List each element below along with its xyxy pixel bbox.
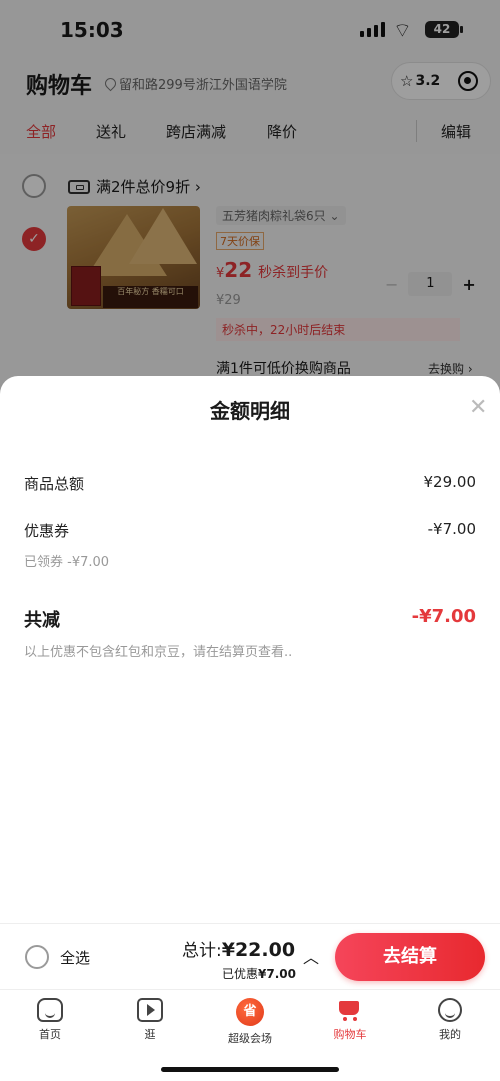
- saved-label: 已优惠: [222, 967, 259, 981]
- tabbar-super-label: 超级会场: [228, 1032, 272, 1045]
- home-icon: [37, 998, 63, 1022]
- tabbar-browse-label: 逛: [144, 1028, 156, 1041]
- tabbar-cart-label: 购物车: [333, 1028, 367, 1041]
- select-all-label[interactable]: 全选: [60, 947, 90, 968]
- tabbar-browse[interactable]: 逛: [115, 998, 185, 1042]
- smiley-icon: [438, 998, 462, 1022]
- cart-icon: [337, 998, 363, 1022]
- discount-note: 以上优惠不包含红包和京豆，请在结算页查看..: [24, 645, 293, 660]
- tabbar-home-label: 首页: [39, 1028, 61, 1041]
- sum-value: ¥22.00: [221, 939, 296, 961]
- saved-value: ¥7.00: [258, 967, 296, 981]
- tabbar-me[interactable]: 我的: [415, 998, 485, 1042]
- bottom-tab-bar: 首页 逛 省 超级会场 购物车 我的: [0, 989, 500, 1081]
- goods-total-label: 商品总额: [24, 475, 85, 493]
- checkout-button[interactable]: 去结算: [335, 933, 485, 981]
- tabbar-cart[interactable]: 购物车: [315, 998, 385, 1042]
- coupon-sub: 已领券 -¥7.00: [24, 555, 110, 570]
- play-icon: [137, 998, 163, 1022]
- close-icon[interactable]: ✕: [469, 395, 487, 420]
- total-sum: 总计: ¥22.00: [182, 936, 295, 961]
- saved-amount: 已优惠¥7.00: [222, 965, 296, 982]
- chevron-up-icon[interactable]: ︿: [303, 944, 319, 968]
- sheet-title: 金额明细: [210, 399, 290, 423]
- home-indicator[interactable]: [161, 1067, 339, 1072]
- tabbar-me-label: 我的: [439, 1028, 461, 1041]
- coupon-label: 优惠券: [24, 522, 70, 540]
- checkout-bar: 全选 总计: ¥22.00 已优惠¥7.00 ︿ 去结算: [0, 923, 500, 989]
- sum-label: 总计:: [182, 941, 222, 961]
- total-discount-value: -¥7.00: [411, 606, 476, 627]
- total-discount-label: 共减: [24, 610, 60, 631]
- tabbar-super-venue[interactable]: 省 超级会场: [215, 998, 285, 1046]
- select-all-radio[interactable]: [25, 945, 49, 969]
- coupon-value: -¥7.00: [427, 520, 476, 538]
- tabbar-home[interactable]: 首页: [15, 998, 85, 1042]
- super-venue-icon: 省: [236, 998, 264, 1026]
- goods-total-value: ¥29.00: [423, 473, 477, 491]
